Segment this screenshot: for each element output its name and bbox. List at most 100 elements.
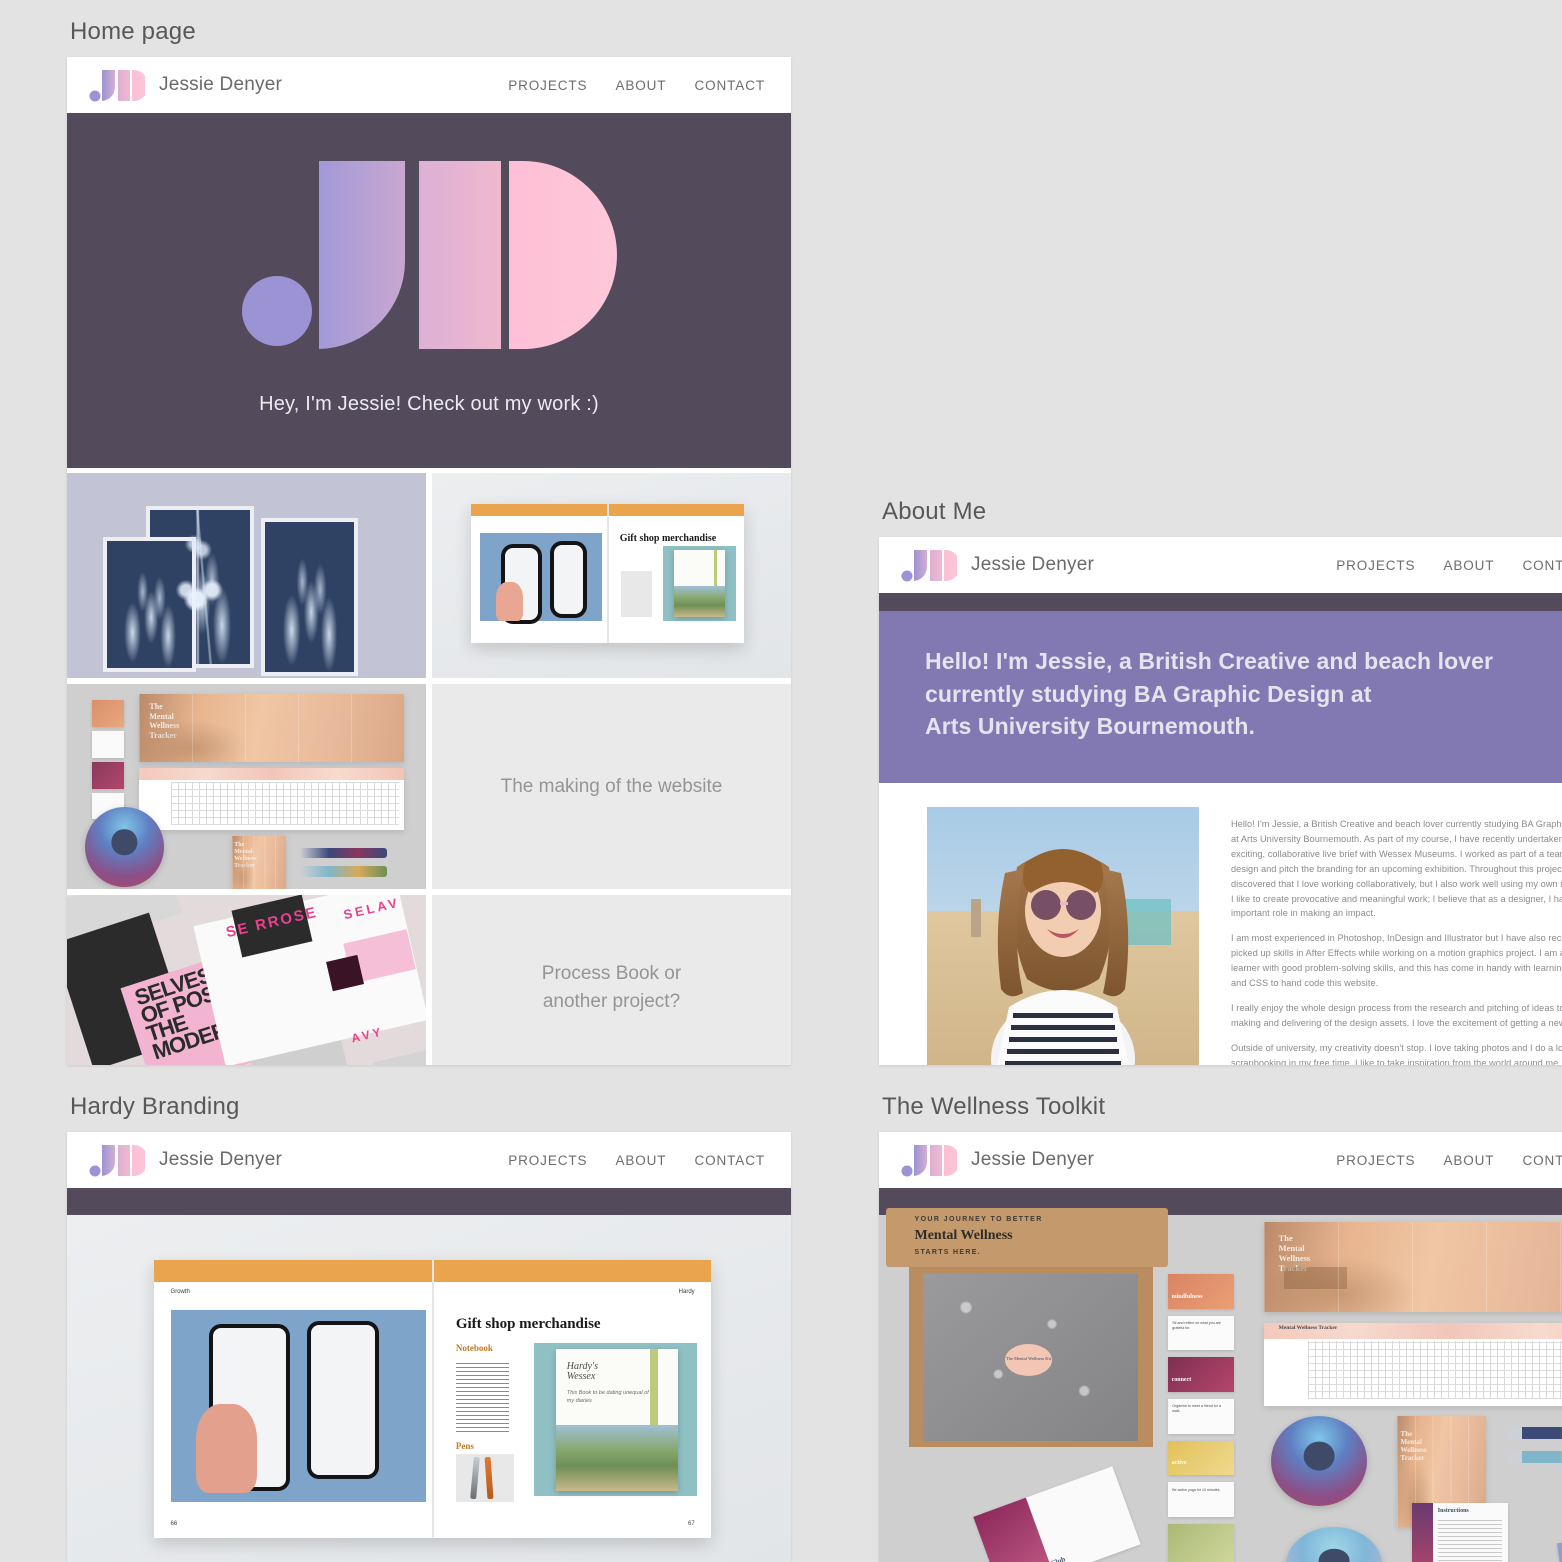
tile-leaflet-l1: The [149,702,163,712]
project-tile-wellness-tracker[interactable]: The Mental Wellness Tracker The Mental W… [67,684,426,889]
hardy-left-running-head: Growth [170,1289,190,1296]
nav-item-about[interactable]: ABOUT [1443,1153,1494,1168]
nav-links-about: PROJECTS ABOUT CONTACT [1336,558,1562,573]
brand-home[interactable]: Jessie Denyer [89,67,282,103]
nav-item-projects[interactable]: PROJECTS [1336,558,1415,573]
tile-leaflet2-l2: Mental [234,849,253,856]
browser-window-about: Jessie Denyer PROJECTS ABOUT CONTACT Hel… [879,537,1562,1065]
hardy-page-number-right: 67 [688,1520,695,1527]
tracker-header-label: Mental Wellness Tracker [1278,1325,1338,1332]
browser-window-hardy: Jessie Denyer PROJECTS ABOUT CONTACT Gro… [67,1132,791,1562]
about-text-column: Hello! I'm Jessie, a British Creative an… [1199,807,1562,1065]
hardy-subhead-pens: Pens [455,1440,474,1451]
tile-leaflet-l2: Mental [149,711,174,721]
browser-window-wellness: Jessie Denyer PROJECTS ABOUT CONTACT YOU… [879,1132,1562,1562]
nav-item-projects[interactable]: PROJECTS [508,78,587,93]
brand-about[interactable]: Jessie Denyer [901,547,1094,583]
jd-monogram-logo-icon [901,547,960,583]
about-headline-band: Hello! I'm Jessie, a British Creative an… [879,611,1562,783]
wellness-leaflet-l2: Mental [1278,1242,1305,1253]
tile-caption-making-of-website: The making of the website [500,775,723,797]
nav-item-about[interactable]: ABOUT [615,78,666,93]
brand-name-home: Jessie Denyer [159,74,282,95]
project-tile-pink-magazine[interactable]: SELVES OF POS THE MODER SE RROSE SELAV AVY [67,895,426,1065]
brand-hardy[interactable]: Jessie Denyer [89,1142,282,1178]
nav-item-projects[interactable]: PROJECTS [508,1153,587,1168]
about-paragraph-1: Hello! I'm Jessie, a British Creative an… [1231,818,1562,919]
tile-leaflet-l3: Wellness [149,721,180,731]
nav-item-about[interactable]: ABOUT [615,1153,666,1168]
hardy-spread-title: Gift shop merchandise [455,1315,601,1332]
jd-monogram-logo-icon [901,1142,960,1178]
box-line-2: Mental Wellness [914,1227,1013,1243]
tile-caption-process-book-line1: Process Book or [541,962,682,984]
project-tile-making-of-website[interactable]: The making of the website [432,684,791,889]
navbar-about: Jessie Denyer PROJECTS ABOUT CONTACT [879,537,1562,593]
jd-monogram-logo-icon [89,67,148,103]
hardy-subhead-notebook: Notebook [455,1343,493,1354]
about-headline-line3: Arts University Bournemouth. [925,713,1255,740]
instructions-label: Instructions [1437,1507,1469,1514]
tile-caption-process-book-line2: another project? [542,990,681,1012]
nav-item-contact[interactable]: CONTACT [1522,1153,1562,1168]
panel-label-hardy: Hardy Branding [70,1093,240,1120]
nav-links-wellness: PROJECTS ABOUT CONTACT [1336,1153,1562,1168]
about-paragraph-3: I really enjoy the whole design process … [1231,1002,1562,1028]
wellness-leaflet-l4: Tracker [1278,1262,1308,1273]
nav-item-contact[interactable]: CONTACT [694,78,765,93]
booklet-l2: Mental [1400,1437,1422,1446]
wellness-leaflet-l1: The [1278,1232,1293,1243]
nav-item-contact[interactable]: CONTACT [694,1153,765,1168]
tile-leaflet2-l1: The [234,842,245,849]
panel-label-about: About Me [882,498,987,525]
box-line-3: STARTS HERE. [914,1249,981,1257]
tile-leaflet2-l3: Wellness [234,856,257,863]
project-tile-process-book[interactable]: Process Book or another project? [432,895,791,1065]
nav-links-home: PROJECTS ABOUT CONTACT [508,78,773,93]
hero-banner: Hey, I'm Jessie! Check out my work :) [67,113,791,468]
hardy-hero-image: Growth 66 Hardy Gift shop merchandise No… [67,1215,791,1562]
card-label-walk: Organise to meet a friend for a walk. [1172,1404,1221,1414]
booklet-l3: Wellness [1400,1446,1427,1455]
panel-label-wellness: The Wellness Toolkit [882,1093,1106,1120]
divider-bar-about [879,593,1562,611]
card-label-yoga: Be active yoga for 10 minutes. [1172,1487,1221,1492]
panel-label-home: Home page [70,18,196,45]
brand-name-wellness: Jessie Denyer [971,1149,1094,1170]
tile-spread-title: Gift shop merchandise [619,533,717,545]
box-line-1: YOUR JOURNEY TO BETTER [914,1216,1043,1224]
brand-name-about: Jessie Denyer [971,554,1094,575]
wellness-leaflet-l3: Wellness [1278,1252,1311,1263]
hero-tagline: Hey, I'm Jessie! Check out my work :) [259,393,599,415]
card-label-mindfulness: mindfulness [1171,1294,1203,1301]
nav-links-hardy: PROJECTS ABOUT CONTACT [508,1153,773,1168]
project-tile-hardy-branding[interactable]: Gift shop merchandise [432,473,791,678]
nav-item-contact[interactable]: CONTACT [1522,558,1562,573]
navbar-home: Jessie Denyer PROJECTS ABOUT CONTACT [67,57,791,113]
hardy-body-copy-block [455,1360,509,1433]
notebook-script-line1: Hardy's [566,1360,599,1372]
card-label-connect: connect [1171,1376,1192,1383]
project-grid: Gift shop merchandise The Mental Wellnes… [67,468,791,1065]
about-paragraph-2: I am most experienced in Photoshop, InDe… [1231,933,1562,989]
brand-wellness[interactable]: Jessie Denyer [901,1142,1094,1178]
navbar-wellness: Jessie Denyer PROJECTS ABOUT CONTACT [879,1132,1562,1188]
tile-leaflet-l4: Tracker [149,730,177,740]
hero-jd-monogram-logo-icon [229,139,629,369]
notebook-script-line2: Wessex [566,1371,596,1383]
about-body: Hello! I'm Jessie, a British Creative an… [879,782,1562,1065]
hardy-page-number-left: 66 [170,1520,178,1527]
notebook-quote: This Book to be dating unequal of my dia… [566,1389,649,1404]
booklet-l4: Tracker [1400,1454,1425,1463]
nav-item-projects[interactable]: PROJECTS [1336,1153,1415,1168]
browser-window-home: Jessie Denyer PROJECTS ABOUT CONTACT Hey… [67,57,791,1065]
about-headline-line1: Hello! I'm Jessie, a British Creative an… [925,648,1494,674]
about-paragraph-4: Outside of university, my creativity doe… [1231,1042,1562,1065]
nav-item-about[interactable]: ABOUT [1443,558,1494,573]
card-label-grateful: Sit and reflect on what you are grateful… [1172,1321,1221,1331]
project-tile-cyanotype-prints[interactable] [67,473,426,678]
brand-name-hardy: Jessie Denyer [159,1149,282,1170]
about-headline-line2: currently studying BA Graphic Design at [925,680,1372,707]
kit-seal-label: The Mental Wellness Kit [1006,1356,1051,1362]
screenshot-canvas: Home page Jessie Denyer PROJECTS ABOUT C… [0,0,1562,1562]
